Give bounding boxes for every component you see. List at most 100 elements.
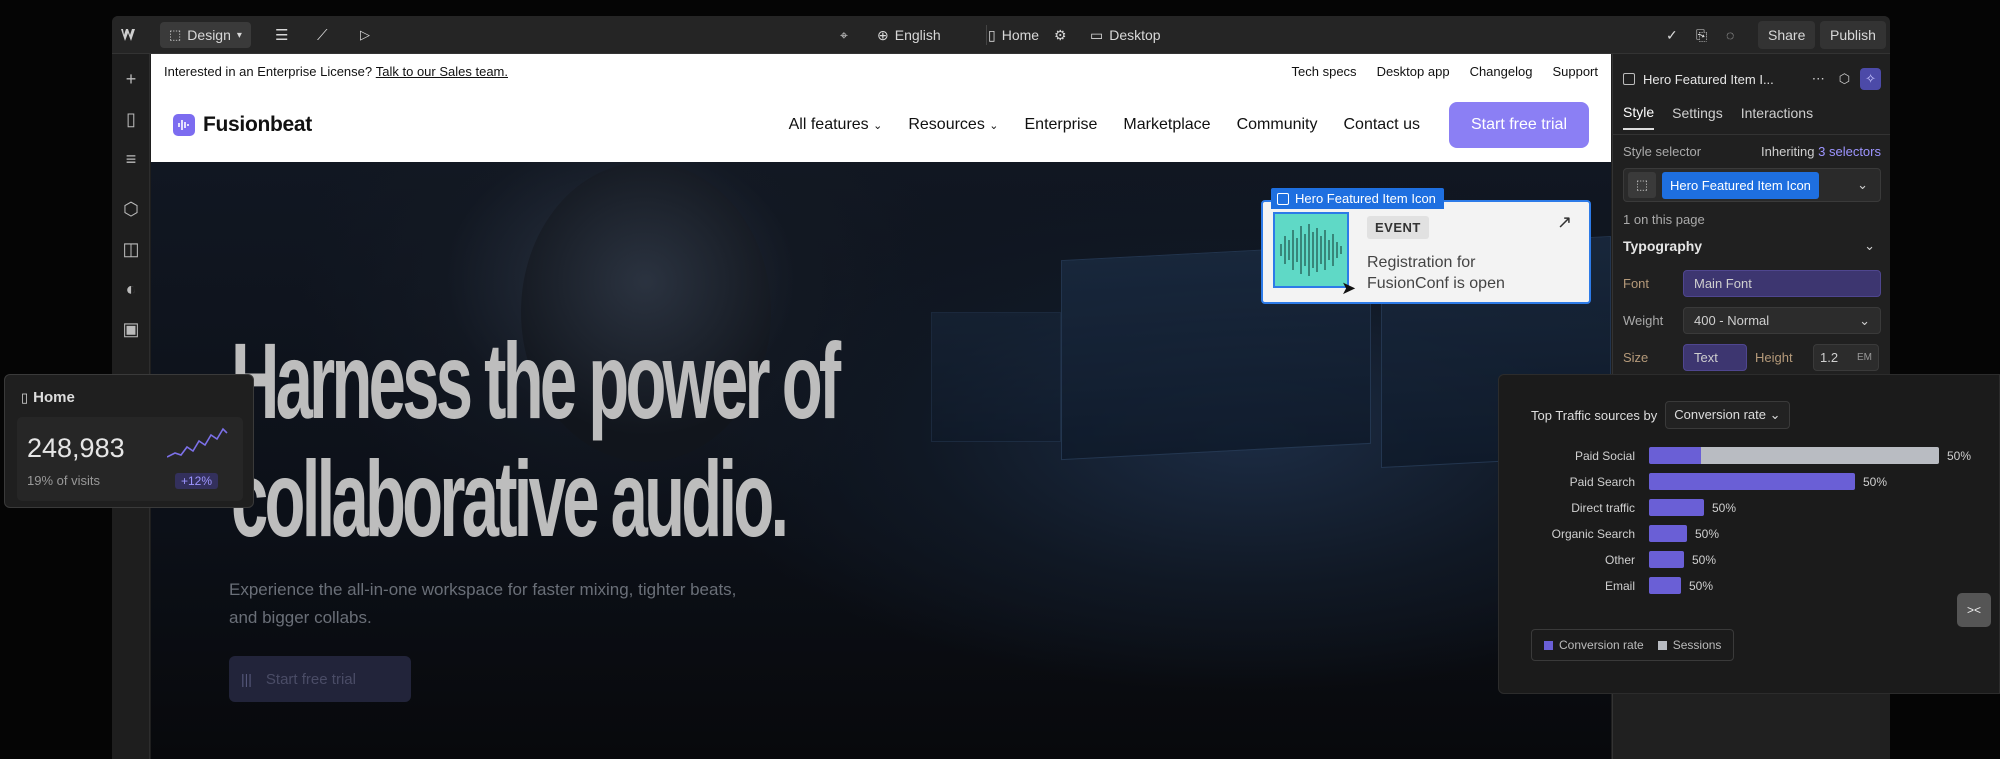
components-icon[interactable]: ⬡ xyxy=(120,198,142,220)
visits-delta-badge: +12% xyxy=(175,473,219,489)
bar-value-label: 50% xyxy=(1712,501,1737,515)
hero-featured-card[interactable]: EVENT Registration for FusionConf is ope… xyxy=(1261,200,1591,304)
more-icon[interactable]: ⋯ xyxy=(1812,71,1825,87)
waveform-icon xyxy=(1280,224,1342,276)
height-value: 1.2 xyxy=(1820,350,1839,365)
height-unit: EM xyxy=(1857,352,1872,363)
nav-community[interactable]: Community xyxy=(1237,116,1318,134)
font-select[interactable]: Main Font xyxy=(1683,270,1881,297)
bar[interactable] xyxy=(1649,473,1855,490)
tab-interactions[interactable]: Interactions xyxy=(1741,105,1813,129)
event-card-text: Registration for FusionConf is open xyxy=(1367,254,1505,292)
navigator-icon[interactable]: ≡ xyxy=(120,148,142,170)
brand-name: Fusionbeat xyxy=(203,113,313,136)
waveform-logo-icon xyxy=(173,114,195,136)
bar[interactable] xyxy=(1649,577,1681,594)
legend-swatch xyxy=(1544,640,1553,650)
preview-button[interactable]: ▷ xyxy=(360,16,370,54)
banner-link-desktop-app[interactable]: Desktop app xyxy=(1377,64,1450,79)
bar[interactable] xyxy=(1649,447,1939,464)
bar[interactable] xyxy=(1649,499,1704,516)
home-card-title: Home xyxy=(33,389,75,406)
chevron-down-icon[interactable]: ⌄ xyxy=(1857,177,1868,193)
featured-item-icon[interactable] xyxy=(1273,212,1349,288)
start-free-trial-button[interactable]: Start free trial xyxy=(1448,102,1589,148)
home-analytics-card[interactable]: ▯ Home 248,983 19% of visits +12% xyxy=(4,374,254,508)
bar-value-label: 50% xyxy=(1863,475,1888,489)
banner-text: Interested in an Enterprise License? xyxy=(164,63,373,79)
variables-icon[interactable]: ◐ xyxy=(120,278,142,300)
check-button[interactable]: ✓ xyxy=(1666,16,1678,54)
page-icon: ▯ xyxy=(988,26,996,43)
banner-link-changelog[interactable]: Changelog xyxy=(1470,64,1533,79)
divider xyxy=(986,25,987,45)
design-mode-button[interactable]: ⬚ Design ▾ xyxy=(160,22,251,48)
nav-all-features[interactable]: All features ⌄ xyxy=(789,116,883,134)
assets-icon[interactable]: ▣ xyxy=(120,318,142,340)
size-label: Size xyxy=(1623,350,1649,365)
hero-cta-label: Start free trial xyxy=(265,670,356,688)
bar-value-label: 50% xyxy=(1947,449,1972,463)
weight-label: Weight xyxy=(1623,313,1664,328)
selected-element-name: Hero Featured Item Icon xyxy=(1295,191,1436,206)
banner-link-tech-specs[interactable]: Tech specs xyxy=(1292,64,1357,79)
ai-assistant-icon[interactable]: ✧ xyxy=(1860,68,1881,90)
page-selector[interactable]: ▯ Home xyxy=(988,16,1039,54)
nav-enterprise[interactable]: Enterprise xyxy=(1025,116,1098,134)
nav-resources[interactable]: Resources ⌄ xyxy=(908,116,998,134)
selected-element-label[interactable]: Hero Featured Item Icon xyxy=(1271,188,1444,209)
size-input[interactable]: Text xyxy=(1683,344,1747,371)
comments-button[interactable]: ◌ xyxy=(1726,16,1734,54)
height-label: Height xyxy=(1755,350,1793,365)
height-input[interactable]: 1.2 EM xyxy=(1813,344,1879,371)
bar-label: Other xyxy=(1604,553,1635,567)
banner-link-support[interactable]: Support xyxy=(1552,64,1598,79)
visits-caption: 19% of visits xyxy=(27,473,100,488)
metric-dropdown-value: Conversion rate xyxy=(1674,407,1766,422)
add-elements-icon[interactable]: + xyxy=(120,68,142,90)
code-embed-icon[interactable]: >< xyxy=(1957,593,1991,627)
design-canvas[interactable]: Interested in an Enterprise License? Tal… xyxy=(151,54,1611,759)
banner-sales-link[interactable]: Talk to our Sales team. xyxy=(376,64,508,79)
nav-marketplace[interactable]: Marketplace xyxy=(1123,116,1210,134)
typography-section-title[interactable]: Typography xyxy=(1623,238,1702,254)
arrow-up-right-icon[interactable]: ↗ xyxy=(1557,212,1572,233)
bar-label: Email xyxy=(1604,579,1635,593)
bar[interactable] xyxy=(1649,551,1684,568)
cms-button[interactable]: ☰ xyxy=(275,16,288,54)
visits-value: 248,983 xyxy=(27,433,125,463)
pages-icon[interactable]: ▯ xyxy=(120,108,142,130)
chart-legend: Conversion rate Sessions xyxy=(1531,629,1735,661)
brand-logo[interactable]: Fusionbeat xyxy=(173,113,312,137)
metric-dropdown[interactable]: Conversion rate ⌄ xyxy=(1665,401,1790,429)
chevron-down-icon: ▾ xyxy=(236,29,242,41)
review-button[interactable]: ⎘ xyxy=(1696,16,1707,54)
breakpoint-selector[interactable]: ▭ Desktop xyxy=(1090,16,1161,54)
on-page-count: 1 on this page xyxy=(1623,212,1705,227)
analyze-button[interactable]: ⟋ xyxy=(317,16,328,54)
tab-settings[interactable]: Settings xyxy=(1672,105,1723,129)
page-settings-button[interactable]: ⚙ xyxy=(1054,16,1067,54)
component-icon[interactable]: ⬡ xyxy=(1839,71,1850,87)
chevron-down-icon[interactable]: ⌄ xyxy=(1864,238,1875,254)
hero-cta-button[interactable]: ||| Start free trial xyxy=(229,656,411,702)
publish-button[interactable]: Publish xyxy=(1820,21,1886,49)
element-checkbox-icon xyxy=(1623,73,1635,85)
nav-contact-us[interactable]: Contact us xyxy=(1343,116,1419,134)
weight-select[interactable]: 400 - Normal ⌄ xyxy=(1683,307,1881,334)
bar[interactable] xyxy=(1649,525,1687,542)
tab-style[interactable]: Style xyxy=(1623,104,1655,130)
share-button[interactable]: Share xyxy=(1758,21,1816,49)
selector-chip[interactable]: Hero Featured Item Icon xyxy=(1662,171,1819,199)
legend-item-sessions[interactable]: Sessions xyxy=(1657,638,1721,652)
locale-selector[interactable]: ⊕ English xyxy=(877,16,941,54)
legend-item-conversion[interactable]: Conversion rate xyxy=(1544,638,1644,652)
focus-icon: ⌖ xyxy=(840,26,848,43)
breakpoint-label: Desktop xyxy=(1109,27,1161,43)
screenshot-button[interactable]: ⌖ xyxy=(840,16,848,54)
selector-icon[interactable]: ⬚ xyxy=(1628,172,1656,198)
selectors-count-link[interactable]: 3 selectors xyxy=(1818,144,1881,159)
cms-icon[interactable]: ◫ xyxy=(120,238,142,260)
page-icon: ▯ xyxy=(21,389,29,405)
webflow-logo[interactable] xyxy=(120,16,142,54)
